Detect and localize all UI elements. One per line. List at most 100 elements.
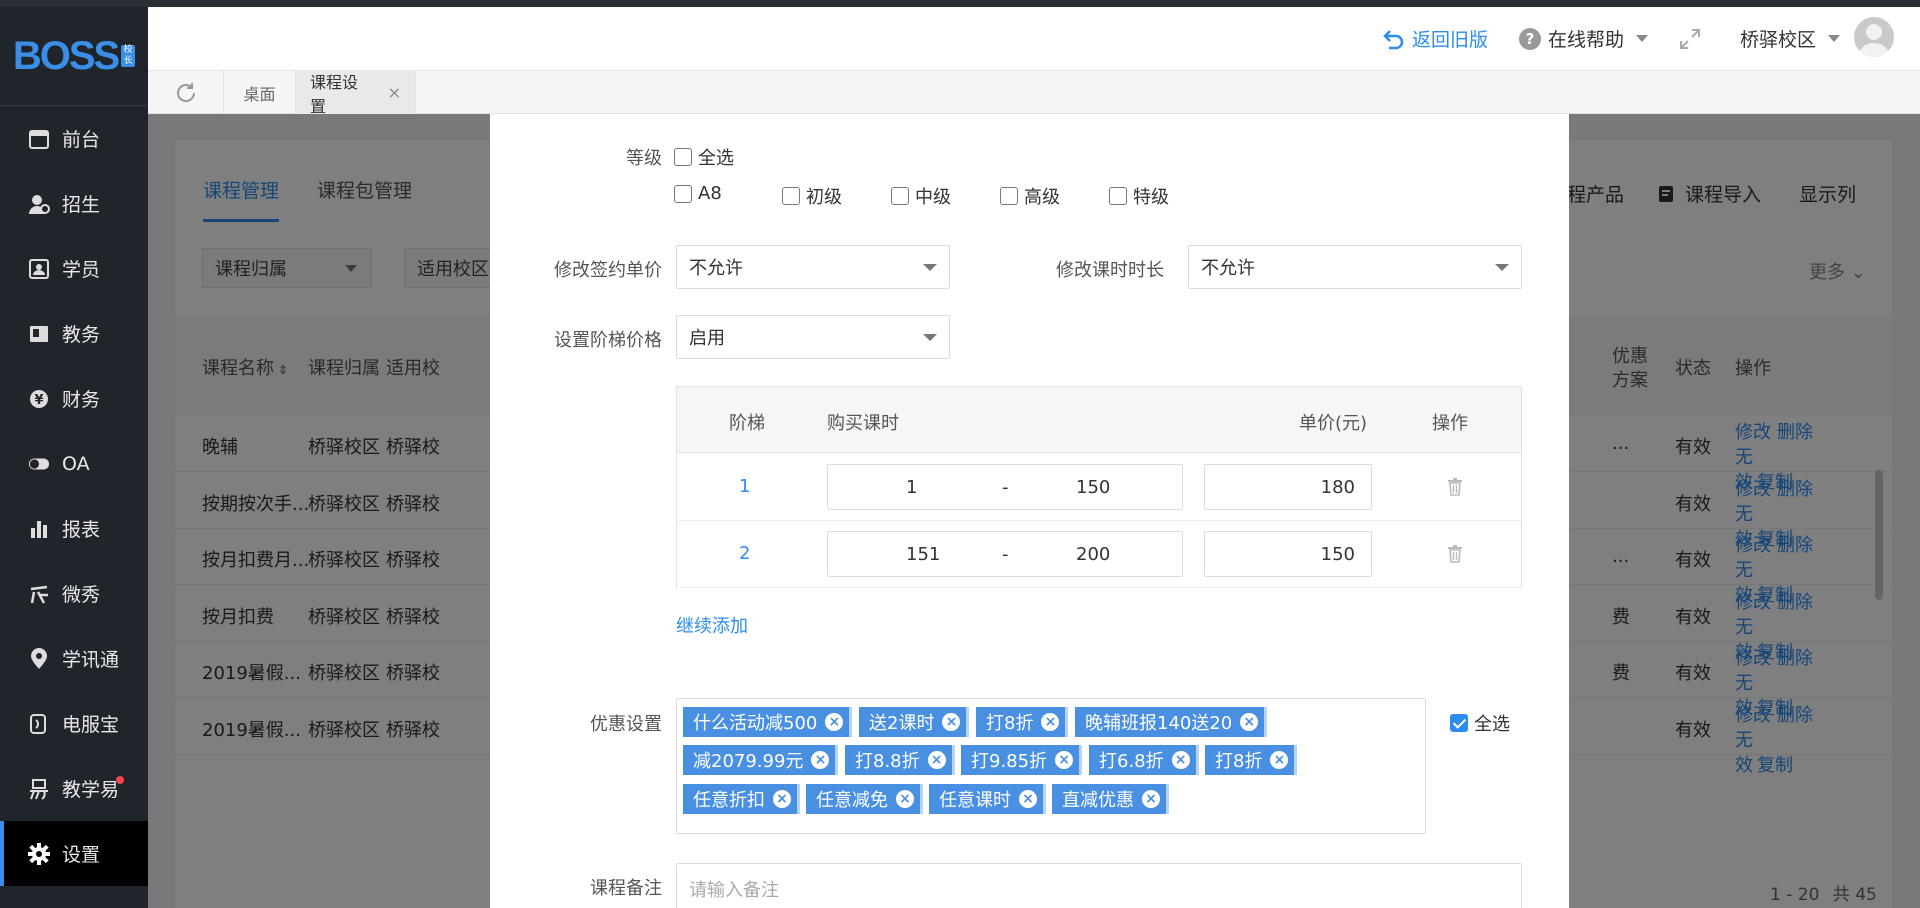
avatar[interactable] — [1854, 17, 1894, 57]
sidebar-item-10[interactable]: 教学易 — [0, 756, 148, 821]
sidebar-item-2[interactable]: 学员 — [0, 236, 148, 301]
yen-icon: ¥ — [28, 388, 50, 410]
unit-price-input[interactable]: 150 — [1204, 531, 1372, 577]
discount-tag-label: 晚辅班报140送20 — [1085, 713, 1233, 734]
chevron-down-icon — [1828, 35, 1841, 42]
sidebar-item-5[interactable]: OA — [0, 431, 148, 496]
level-checkbox[interactable]: 初级 — [782, 183, 842, 209]
remove-tag-icon[interactable]: × — [1270, 751, 1289, 769]
level-checkbox-label: 中级 — [915, 187, 951, 208]
price-column: 单价(元) — [1299, 413, 1368, 434]
sidebar-item-4[interactable]: ¥ 财务 — [0, 366, 148, 431]
level-select-all-checkbox[interactable]: 全选 — [674, 144, 734, 170]
sidebar-item-11[interactable]: 设置 — [0, 821, 148, 886]
hours-from-value[interactable]: 1 — [906, 477, 917, 498]
remark-input[interactable]: 请输入备注 — [676, 863, 1522, 908]
discount-tag-label: 任意折扣 — [693, 790, 765, 811]
sidebar-item-7[interactable]: 微秀 — [0, 561, 148, 626]
svg-text:?: ? — [1526, 30, 1535, 48]
remove-tag-icon[interactable]: × — [825, 713, 844, 731]
tabs-bar: 桌面 课程设置 × — [148, 71, 1920, 116]
unit-price-value: 150 — [1320, 544, 1355, 565]
discount-tags-box[interactable]: 什么活动减500 × 送2课时 × 打8折 × 晚辅班报140送20 × 减2079.99元 × 打… — [676, 698, 1426, 834]
discount-tag-label: 减2079.99元 — [693, 751, 804, 772]
remove-tag-icon[interactable]: × — [1171, 751, 1190, 769]
remove-tag-icon[interactable]: × — [896, 790, 914, 808]
trash-icon[interactable] — [1447, 478, 1463, 501]
remove-tag-icon[interactable]: × — [942, 713, 961, 731]
tab-desk-label: 桌面 — [243, 84, 276, 104]
course-edit-modal: 等级 全选 A8 初级 中级 高级 特级 修改签约单价 不允许 修改课时时长 不允许 设… — [490, 114, 1569, 908]
remove-tag-icon[interactable]: × — [1041, 713, 1060, 731]
level-checkbox[interactable]: 高级 — [1000, 183, 1060, 209]
hours-from-value[interactable]: 151 — [906, 544, 940, 565]
remove-tag-icon[interactable]: × — [1019, 790, 1037, 808]
level-checkbox[interactable]: 特级 — [1109, 183, 1169, 209]
tier-row: 2 151 - 200 150 — [677, 521, 1521, 588]
discount-tag-label: 打8折 — [986, 713, 1034, 734]
remove-tag-icon[interactable]: × — [811, 751, 830, 769]
remove-tag-icon[interactable]: × — [1240, 713, 1259, 731]
hours-range-input[interactable]: 1 - 150 — [827, 464, 1183, 510]
remove-tag-icon[interactable]: × — [927, 751, 946, 769]
back-to-old-version-button[interactable]: 返回旧版 — [1382, 25, 1488, 52]
tier-row: 1 1 - 150 180 — [677, 454, 1521, 521]
discount-tag-label: 打9.85折 — [971, 751, 1048, 772]
book-icon — [28, 323, 50, 345]
sidebar-item-label: 财务 — [62, 389, 101, 411]
discount-select-all-checkbox[interactable]: 全选 — [1450, 710, 1510, 736]
app-logo[interactable]: BOSS 校长 — [0, 7, 148, 106]
discount-tag: 打9.85折 × — [961, 745, 1083, 775]
continue-add-link[interactable]: 继续添加 — [676, 612, 748, 638]
close-icon[interactable]: × — [388, 83, 401, 102]
discount-tag-label: 送2课时 — [869, 713, 935, 734]
tier-price-select[interactable]: 启用 — [676, 315, 950, 359]
discount-tag: 打8.8折 × — [845, 745, 955, 775]
sidebar-item-label: OA — [62, 452, 90, 475]
sidebar-item-0[interactable]: 前台 — [0, 106, 148, 171]
checkbox-icon — [1109, 187, 1127, 205]
sidebar-item-6[interactable]: 报表 — [0, 496, 148, 561]
tier-price-table: 阶梯 购买课时 单价(元) 操作 1 1 - 150 180 2 151 - 200 150 — [676, 386, 1522, 588]
remove-tag-icon[interactable]: × — [773, 790, 791, 808]
unit-price-input[interactable]: 180 — [1204, 464, 1372, 510]
level-checkbox-label: 初级 — [806, 187, 842, 208]
range-separator: - — [1002, 477, 1009, 498]
checkbox-icon — [1000, 187, 1018, 205]
sidebar-item-1[interactable]: 招生 — [0, 171, 148, 236]
hours-range-input[interactable]: 151 - 200 — [827, 531, 1183, 577]
remove-tag-icon[interactable]: × — [1142, 790, 1160, 808]
level-checkbox[interactable]: 中级 — [891, 183, 951, 209]
sidebar-item-label: 前台 — [62, 129, 101, 151]
tab-desk[interactable]: 桌面 — [224, 71, 296, 114]
fullscreen-button[interactable] — [1678, 27, 1702, 51]
hours-to-value[interactable]: 150 — [1076, 477, 1110, 498]
campus-label: 桥驿校区 — [1740, 29, 1817, 51]
tab-course-settings[interactable]: 课程设置 × — [296, 71, 416, 116]
discount-tag: 打6.8折 × — [1089, 745, 1199, 775]
level-checkbox[interactable]: A8 — [674, 183, 722, 204]
refresh-button[interactable] — [148, 71, 224, 114]
remark-placeholder: 请输入备注 — [689, 880, 779, 901]
tab-course-settings-label: 课程设置 — [310, 72, 359, 116]
level-checkbox-label: A8 — [698, 183, 722, 204]
edit-price-select[interactable]: 不允许 — [676, 245, 950, 289]
level-checkbox-label: 高级 — [1024, 187, 1060, 208]
checkbox-icon — [891, 187, 909, 205]
edit-price-label: 修改签约单价 — [554, 260, 662, 281]
campus-dropdown[interactable]: 桥驿校区 — [1740, 25, 1841, 52]
remove-tag-icon[interactable]: × — [1055, 751, 1074, 769]
help-label: 在线帮助 — [1548, 29, 1625, 51]
sidebar-item-8[interactable]: 学讯通 — [0, 626, 148, 691]
top-strip — [0, 0, 1920, 7]
trash-icon[interactable] — [1447, 545, 1463, 568]
edit-duration-select[interactable]: 不允许 — [1188, 245, 1522, 289]
bar-chart-icon — [28, 518, 50, 540]
chevron-down-icon — [1495, 264, 1509, 271]
expand-icon — [1680, 29, 1700, 49]
sidebar-item-9[interactable]: 电服宝 — [0, 691, 148, 756]
calendar-icon — [28, 128, 50, 150]
online-help-dropdown[interactable]: ? 在线帮助 — [1518, 25, 1649, 52]
sidebar-item-3[interactable]: 教务 — [0, 301, 148, 366]
hours-to-value[interactable]: 200 — [1076, 544, 1110, 565]
